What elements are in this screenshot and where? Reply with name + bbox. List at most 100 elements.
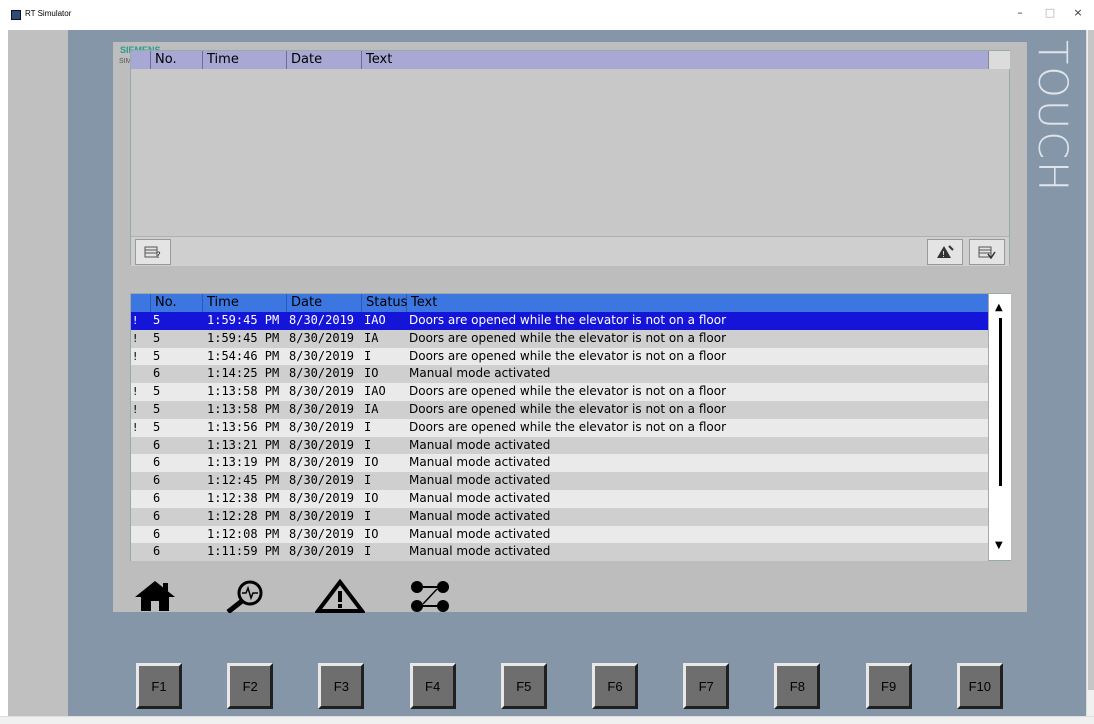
home-button[interactable] bbox=[130, 578, 180, 614]
function-key-f8[interactable]: F8 bbox=[774, 663, 821, 709]
alarm-scrollbar[interactable]: ▲ ▼ bbox=[988, 294, 1011, 560]
alarm-view-top-toolbar: ? ! bbox=[131, 236, 1009, 266]
col-flag bbox=[131, 294, 151, 312]
table-row[interactable]: ! 5 1:13:58 PM 8/30/2019 IAO Doors are opened… bbox=[131, 383, 988, 401]
row-time: 1:11:59 PM bbox=[207, 544, 280, 559]
header-corner bbox=[988, 51, 1010, 69]
row-text: Doors are opened while the elevator is n… bbox=[409, 419, 727, 434]
row-time: 1:12:45 PM bbox=[207, 473, 280, 488]
table-row[interactable]: 6 1:13:21 PM 8/30/2019 I Manual mode activat… bbox=[131, 436, 988, 455]
row-text: Manual mode activated bbox=[409, 508, 551, 523]
minimize-button[interactable]: – bbox=[1010, 6, 1030, 19]
row-time: 1:54:46 PM bbox=[207, 348, 280, 363]
row-date: 8/30/2019 bbox=[289, 348, 355, 363]
row-status: IAO bbox=[364, 384, 386, 399]
alarm-button[interactable] bbox=[315, 578, 365, 614]
col-no[interactable]: No. bbox=[151, 294, 203, 312]
touch-brand-label: TOUCH bbox=[1029, 40, 1075, 194]
diagnostics-icon bbox=[226, 580, 263, 613]
table-row[interactable]: 6 1:13:19 PM 8/30/2019 IO Manual mode activa… bbox=[131, 454, 988, 473]
window-vscroll-thumb[interactable] bbox=[1088, 30, 1094, 690]
table-row[interactable]: ! 5 1:13:56 PM 8/30/2019 I Doors are opened w… bbox=[131, 418, 988, 437]
row-time: 1:12:28 PM bbox=[207, 508, 280, 523]
scroll-up-icon[interactable]: ▲ bbox=[995, 302, 1003, 313]
col-status[interactable]: Status bbox=[362, 294, 407, 312]
function-key-f4[interactable]: F4 bbox=[409, 663, 456, 709]
table-row[interactable]: ! 5 1:54:46 PM 8/30/2019 I Doors are opened w… bbox=[131, 347, 988, 366]
row-time: 1:14:25 PM bbox=[207, 366, 280, 381]
edit-button[interactable] bbox=[969, 239, 1005, 265]
row-text: Doors are opened while the elevator is n… bbox=[409, 348, 727, 363]
row-time: 1:13:19 PM bbox=[207, 455, 280, 470]
row-flag bbox=[131, 543, 151, 561]
row-text: Manual mode activated bbox=[409, 526, 551, 541]
window-titlebar: RT Simulator – □ × bbox=[0, 0, 1094, 30]
row-date: 8/30/2019 bbox=[289, 544, 355, 559]
table-row[interactable]: ! 5 1:59:45 PM 8/30/2019 IA Doors are opened … bbox=[131, 329, 988, 348]
col-text[interactable]: Text bbox=[407, 294, 988, 312]
function-key-f10[interactable]: F10 bbox=[956, 663, 1003, 709]
table-row[interactable]: 6 1:12:28 PM 8/30/2019 I Manual mode activat… bbox=[131, 507, 988, 526]
alarm-view-top: No. Time Date Text ? ! bbox=[130, 50, 1010, 266]
col-time[interactable]: Time bbox=[203, 51, 287, 69]
row-date: 8/30/2019 bbox=[289, 330, 355, 345]
row-no: 5 bbox=[153, 384, 161, 399]
maximize-button[interactable]: □ bbox=[1040, 6, 1060, 19]
function-key-f3[interactable]: F3 bbox=[318, 663, 365, 709]
close-button[interactable]: × bbox=[1068, 6, 1088, 19]
col-date[interactable]: Date bbox=[287, 51, 362, 69]
row-text: Doors are opened while the elevator is n… bbox=[409, 330, 727, 345]
function-key-f7[interactable]: F7 bbox=[683, 663, 730, 709]
function-key-f6[interactable]: F6 bbox=[592, 663, 638, 709]
table-row[interactable]: 6 1:11:59 PM 8/30/2019 I Manual mode activat… bbox=[131, 543, 988, 562]
col-no[interactable]: No. bbox=[151, 51, 203, 69]
row-flag: ! bbox=[133, 403, 138, 416]
col-date[interactable]: Date bbox=[287, 294, 362, 312]
row-no: 5 bbox=[153, 313, 161, 327]
svg-text:!: ! bbox=[942, 250, 945, 259]
row-status: I bbox=[364, 437, 372, 452]
row-status: IO bbox=[364, 366, 379, 381]
table-row[interactable]: 6 1:12:08 PM 8/30/2019 IO Manual mode activa… bbox=[131, 525, 988, 544]
diagnostics-button[interactable] bbox=[220, 578, 270, 614]
scroll-down-icon[interactable]: ▼ bbox=[995, 540, 1003, 551]
function-key-f2[interactable]: F2 bbox=[227, 663, 274, 709]
row-no: 6 bbox=[153, 455, 161, 470]
row-time: 1:13:58 PM bbox=[207, 402, 280, 416]
row-no: 6 bbox=[153, 437, 161, 452]
row-time: 1:13:56 PM bbox=[207, 419, 280, 434]
table-row[interactable]: 6 1:12:45 PM 8/30/2019 I Manual mode activat… bbox=[131, 472, 988, 490]
row-no: 6 bbox=[153, 508, 161, 523]
row-flag bbox=[131, 454, 151, 472]
table-row[interactable]: ! 5 1:59:45 PM 8/30/2019 IAO Doors are opened… bbox=[131, 312, 988, 330]
col-text[interactable]: Text bbox=[362, 51, 988, 69]
row-flag: ! bbox=[133, 314, 138, 327]
info-text-button[interactable]: ? bbox=[135, 239, 171, 265]
row-status: IO bbox=[364, 491, 379, 505]
col-time[interactable]: Time bbox=[203, 294, 287, 312]
row-date: 8/30/2019 bbox=[289, 526, 355, 541]
row-flag bbox=[131, 526, 151, 544]
function-key-f5[interactable]: F5 bbox=[500, 663, 547, 709]
scroll-thumb[interactable] bbox=[999, 318, 1002, 486]
table-row[interactable]: 6 1:12:38 PM 8/30/2019 IO Manual mode activa… bbox=[131, 490, 988, 508]
row-date: 8/30/2019 bbox=[289, 384, 355, 399]
table-row[interactable]: 6 1:14:25 PM 8/30/2019 IO Manual mode activa… bbox=[131, 365, 988, 384]
row-no: 6 bbox=[153, 491, 161, 505]
table-row[interactable]: ! 5 1:13:58 PM 8/30/2019 IA Doors are opened … bbox=[131, 401, 988, 419]
window-hscrollbar[interactable] bbox=[0, 716, 1094, 724]
row-no: 5 bbox=[153, 330, 161, 345]
row-flag: ! bbox=[133, 331, 138, 345]
window-vscrollbar[interactable] bbox=[1086, 30, 1094, 716]
function-key-f1[interactable]: F1 bbox=[136, 663, 182, 709]
network-button[interactable] bbox=[405, 578, 455, 614]
function-key-f9[interactable]: F9 bbox=[865, 663, 912, 709]
acknowledge-button[interactable]: ! bbox=[927, 239, 963, 265]
row-no: 5 bbox=[153, 419, 161, 434]
app-icon bbox=[11, 10, 21, 20]
row-status: I bbox=[364, 508, 372, 523]
row-text: Manual mode activated bbox=[409, 455, 551, 470]
row-status: I bbox=[364, 419, 372, 434]
row-no: 6 bbox=[153, 473, 161, 488]
acknowledge-icon: ! bbox=[937, 245, 954, 259]
